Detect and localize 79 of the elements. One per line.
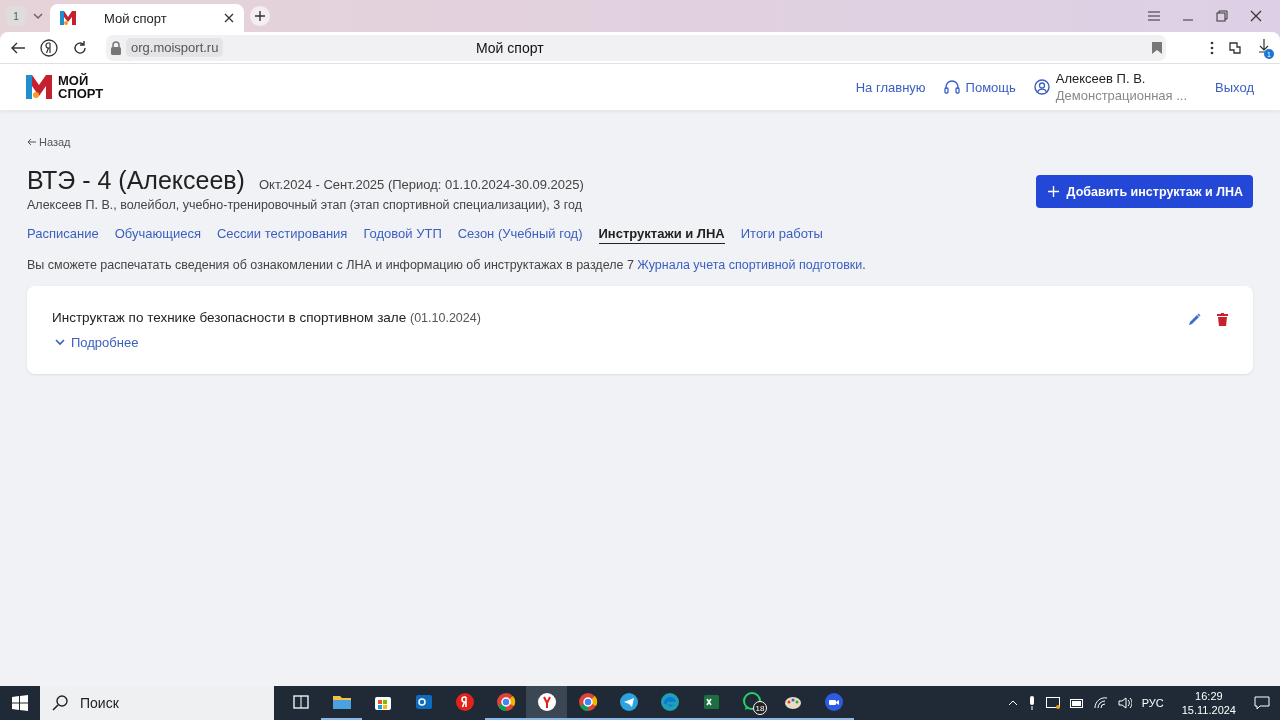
section-tab[interactable]: Расписание: [27, 226, 99, 244]
battery-icon[interactable]: [1069, 698, 1084, 708]
y-browser-icon: [536, 692, 557, 712]
section-tab[interactable]: Годовой УТП: [363, 226, 442, 244]
info-text: Вы сможете распечатать сведения об ознакомлении с ЛНА и информацию об инструктажах в разделе 7 Журнала учета спортивной подготовки.: [27, 258, 867, 272]
restore-icon[interactable]: [1216, 10, 1228, 22]
notifications-icon[interactable]: [1254, 696, 1270, 710]
extensions-icon[interactable]: [1228, 39, 1244, 56]
windows-logo-icon[interactable]: [12, 695, 28, 711]
close-icon[interactable]: [1250, 10, 1262, 22]
taskbar-search-field[interactable]: Поиск: [40, 686, 274, 720]
section-tab[interactable]: Итоги работы: [740, 226, 823, 244]
back-arrow-icon: [27, 138, 36, 146]
paper-plane-icon: [618, 692, 639, 712]
details-toggle[interactable]: Подробнее: [52, 335, 139, 350]
browser-tab[interactable]: Мой спорт: [50, 4, 244, 32]
delete-icon[interactable]: [1217, 313, 1228, 326]
edge-icon: [659, 692, 680, 712]
chat-bubble-icon: [741, 692, 762, 712]
chrome-icon: [577, 692, 598, 712]
address-bar[interactable]: org.moisport.ru Мой спорт: [106, 34, 1166, 61]
section-tab[interactable]: Сезон (Учебный год): [457, 226, 583, 244]
back-arrow-icon[interactable]: [10, 40, 26, 55]
microphone-icon[interactable]: [1027, 696, 1036, 710]
section-tab[interactable]: Инструктажи и ЛНА: [598, 226, 725, 244]
letter-y-icon: [454, 692, 475, 712]
mail-app-icon: [413, 692, 434, 712]
reload-icon[interactable]: [72, 39, 88, 56]
clock-date: 15.11.2024: [1181, 703, 1236, 717]
download-icon: [1258, 39, 1270, 53]
new-tab-icon[interactable]: [250, 6, 270, 26]
add-briefing-button[interactable]: Добавить инструктаж и ЛНА: [1035, 175, 1253, 208]
plus-icon: [1047, 186, 1059, 197]
lock-icon: [110, 40, 122, 55]
tab-title: Мой спорт: [103, 10, 168, 26]
user-organization: Демонстрационная ...: [1055, 87, 1188, 104]
section-tab[interactable]: Сессии тестирования: [216, 226, 348, 244]
briefing-date: (01.10.2024): [410, 311, 481, 325]
page-title-text: Мой спорт: [476, 39, 544, 56]
url-text: org.moisport.ru: [126, 38, 224, 57]
user-name: Алексеев П. В.: [1055, 70, 1147, 87]
section-tab[interactable]: Обучающиеся: [114, 226, 201, 244]
user-avatar-icon: [1033, 79, 1050, 95]
logo-icon: [60, 11, 76, 25]
notification-badge: 18: [753, 701, 767, 715]
close-icon[interactable]: [224, 13, 234, 23]
group-description: Алексеев П. В., волейбол, учебно-тренировочный этап (этап спортивной специализации), 3 год: [27, 198, 583, 212]
logo-mark-icon: [26, 75, 52, 99]
help-link[interactable]: Помощь: [943, 79, 1016, 95]
page-heading: ВТЭ - 4 (Алексеев): [27, 166, 245, 195]
bookmark-icon[interactable]: [1152, 41, 1162, 54]
period-text: Окт.2024 - Сент.2025 (Период: 01.10.2024-30.09.2025): [258, 177, 584, 192]
logo-text: МОЙ: [58, 74, 90, 87]
task-view-icon: [290, 692, 311, 712]
taskbar-clock[interactable]: 16:29 15.11.2024: [1181, 689, 1236, 717]
logout-link[interactable]: Выход: [1215, 79, 1254, 95]
home-link[interactable]: На главную: [855, 79, 926, 95]
chevron-up-icon[interactable]: [1007, 700, 1018, 706]
yandex-logo-icon[interactable]: [40, 38, 58, 57]
taskbar-app-button[interactable]: [526, 686, 567, 720]
briefing-title: Инструктаж по технике безопасности в спортивном зале: [52, 310, 407, 325]
tab-count-button[interactable]: 1: [6, 6, 26, 26]
speaker-icon[interactable]: [1117, 697, 1132, 709]
more-icon[interactable]: [1210, 40, 1214, 55]
clock-time: 16:29: [1195, 689, 1223, 703]
back-link[interactable]: Назад: [27, 136, 71, 148]
taskbar-app-button[interactable]: 18: [731, 686, 772, 720]
menu-icon[interactable]: [1148, 11, 1160, 21]
headset-icon: [943, 79, 960, 95]
video-app-icon: [823, 692, 844, 712]
screen-icon[interactable]: [1045, 697, 1060, 709]
site-logo[interactable]: МОЙ СПОРТ: [26, 74, 104, 100]
chevron-down-icon[interactable]: [32, 10, 44, 22]
wifi-icon[interactable]: [1093, 697, 1108, 709]
edit-icon[interactable]: [1188, 313, 1201, 326]
chrome-icon: [495, 692, 516, 712]
chevron-down-icon: [55, 339, 65, 346]
logo-text: СПОРТ: [58, 87, 104, 100]
input-language[interactable]: РУС: [1141, 697, 1164, 709]
